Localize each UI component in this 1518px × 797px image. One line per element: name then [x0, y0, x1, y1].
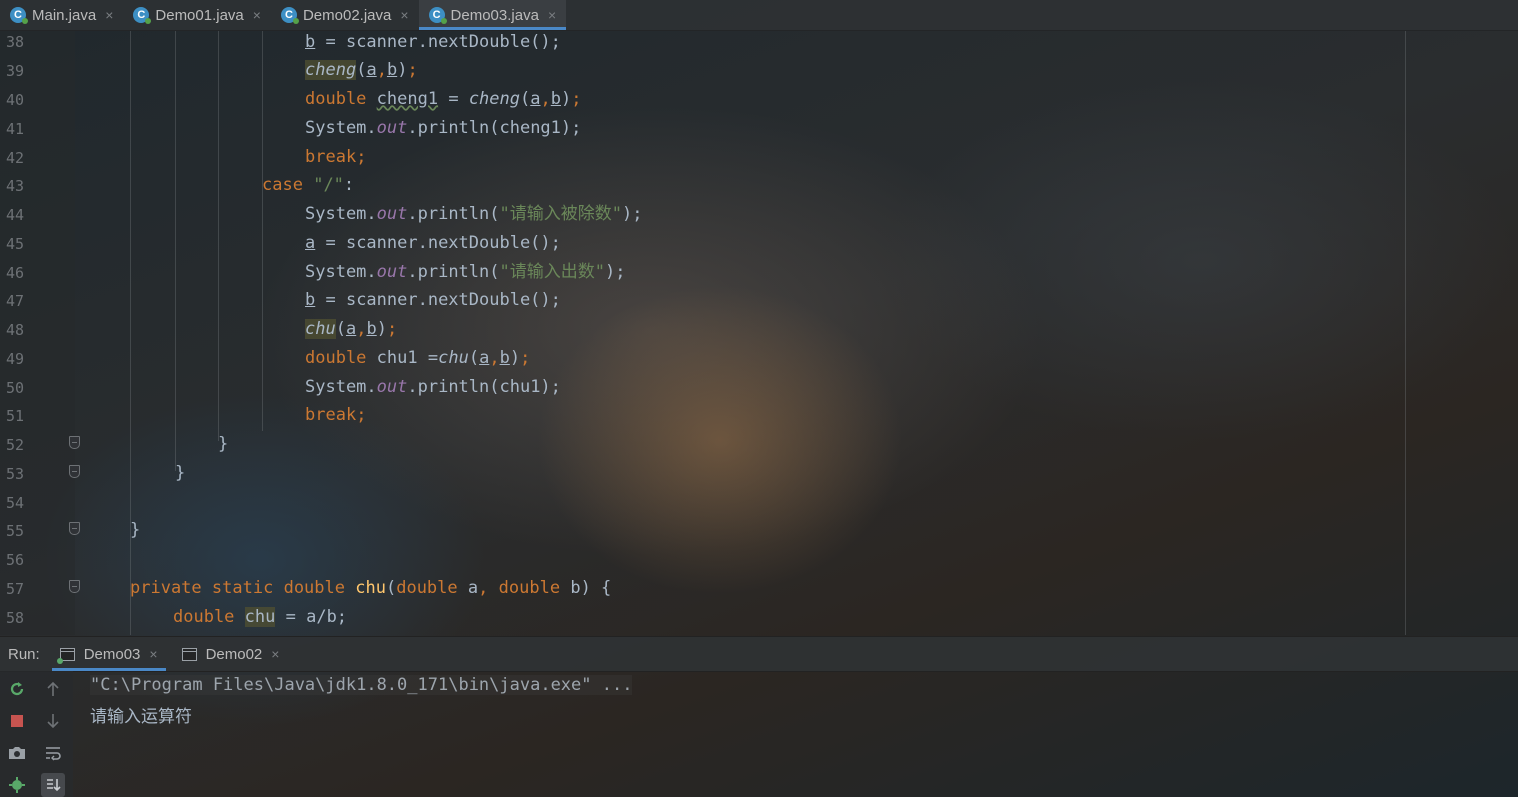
indent-guide [175, 31, 176, 471]
tab-demo03-java[interactable]: C Demo03.java × [418, 0, 567, 30]
line-number: 48 [6, 321, 25, 339]
camera-icon[interactable] [5, 741, 29, 765]
console-command-line: "C:\Program Files\Java\jdk1.8.0_171\bin\… [90, 675, 633, 695]
soft-wrap-icon[interactable] [41, 741, 65, 765]
arrow-down-icon[interactable] [41, 709, 65, 733]
close-icon[interactable]: × [271, 646, 279, 662]
tab-label: Demo03.java [450, 6, 539, 24]
run-tab-label: Demo03 [83, 645, 141, 663]
line-number: 58 [6, 609, 25, 627]
tab-demo02-java[interactable]: C Demo02.java × [271, 0, 419, 30]
tab-label: Main.java [32, 6, 97, 24]
line-number-gutter[interactable]: 38 39 40 41 42 43 44 45 46 47 48 49 50 5… [0, 31, 80, 635]
code-line-57: private static double chu(double a, doub… [130, 578, 612, 598]
code-line-51: break; [305, 405, 367, 425]
code-line-58: double chu = a/b; [173, 607, 348, 627]
code-line-50: System.out.println(chu1); [305, 377, 561, 397]
tab-main-java[interactable]: C Main.java × [0, 0, 123, 30]
close-icon[interactable]: × [400, 7, 408, 23]
close-icon[interactable]: × [105, 7, 113, 23]
code-line-47: b = scanner.nextDouble(); [305, 290, 561, 310]
indent-guide [130, 31, 131, 635]
arrow-up-icon[interactable] [41, 677, 65, 701]
code-line-52: } [218, 434, 229, 454]
java-class-icon: C [280, 7, 299, 24]
indent-guide [218, 31, 219, 441]
console-running-icon [56, 647, 75, 664]
line-number: 50 [6, 379, 25, 397]
console-icon [181, 647, 197, 661]
line-number: 45 [6, 235, 25, 253]
tab-label: Demo02.java [302, 6, 392, 24]
line-number: 52 [6, 436, 25, 454]
line-number: 54 [6, 494, 25, 512]
code-line-46: System.out.println("请输入出数"); [305, 262, 626, 282]
close-icon[interactable]: × [253, 7, 261, 23]
java-class-icon: C [10, 7, 28, 24]
console-output-line: 请输入运算符 [90, 707, 192, 727]
code-editor[interactable]: b = scanner.nextDouble(); cheng(a,b); do… [75, 31, 1405, 635]
line-number: 40 [6, 91, 25, 109]
line-number: 57 [6, 580, 25, 598]
code-line-44: System.out.println("请输入被除数"); [305, 204, 643, 224]
line-number: 46 [6, 264, 25, 282]
tab-demo01-java[interactable]: C Demo01.java × [123, 0, 271, 30]
editor-tab-bar: C Main.java × C Demo01.java × C Demo02.j… [0, 0, 1518, 31]
code-line-45: a = scanner.nextDouble(); [305, 233, 561, 253]
debug-settings-icon[interactable] [5, 773, 29, 797]
line-number: 53 [6, 465, 25, 483]
run-toolbar [0, 671, 73, 797]
code-line-42: break; [305, 147, 367, 167]
code-line-41: System.out.println(cheng1); [305, 118, 582, 138]
line-number: 47 [6, 292, 25, 310]
indent-guide [262, 31, 263, 431]
code-line-43: case "/": [262, 175, 355, 195]
scroll-to-end-icon[interactable] [41, 773, 65, 797]
line-number: 51 [6, 407, 25, 425]
line-number: 49 [6, 350, 25, 368]
line-number: 38 [6, 33, 25, 51]
line-number: 44 [6, 206, 25, 224]
java-class-icon: C [428, 7, 447, 24]
run-tab-demo03[interactable]: Demo03 × [48, 637, 170, 671]
right-margin-guide [1405, 31, 1406, 635]
close-icon[interactable]: × [548, 7, 556, 23]
code-line-40: double cheng1 = cheng(a,b); [305, 89, 582, 109]
rerun-icon[interactable] [5, 677, 29, 701]
code-line-53: } [175, 463, 186, 483]
code-line-55: } [130, 520, 141, 540]
run-tool-window-header: Run: Demo03 × Demo02 × [0, 636, 1518, 672]
run-tab-demo02[interactable]: Demo02 × [170, 637, 292, 671]
tab-label: Demo01.java [155, 6, 244, 24]
code-line-38: b = scanner.nextDouble(); [305, 32, 561, 52]
line-number: 56 [6, 551, 25, 569]
java-class-icon: C [133, 7, 152, 24]
run-label: Run: [8, 645, 40, 663]
code-line-48: chu(a,b); [305, 319, 398, 339]
line-number: 39 [6, 62, 25, 80]
close-icon[interactable]: × [149, 646, 157, 662]
line-number: 41 [6, 120, 25, 138]
code-line-49: double chu1 =chu(a,b); [305, 348, 531, 368]
line-number: 43 [6, 177, 25, 195]
run-tab-label: Demo02 [205, 645, 263, 663]
run-console-output[interactable]: "C:\Program Files\Java\jdk1.8.0_171\bin\… [90, 671, 1490, 797]
line-number: 55 [6, 522, 25, 540]
line-number: 42 [6, 149, 25, 167]
stop-icon[interactable] [5, 709, 29, 733]
code-line-39: cheng(a,b); [305, 60, 418, 80]
